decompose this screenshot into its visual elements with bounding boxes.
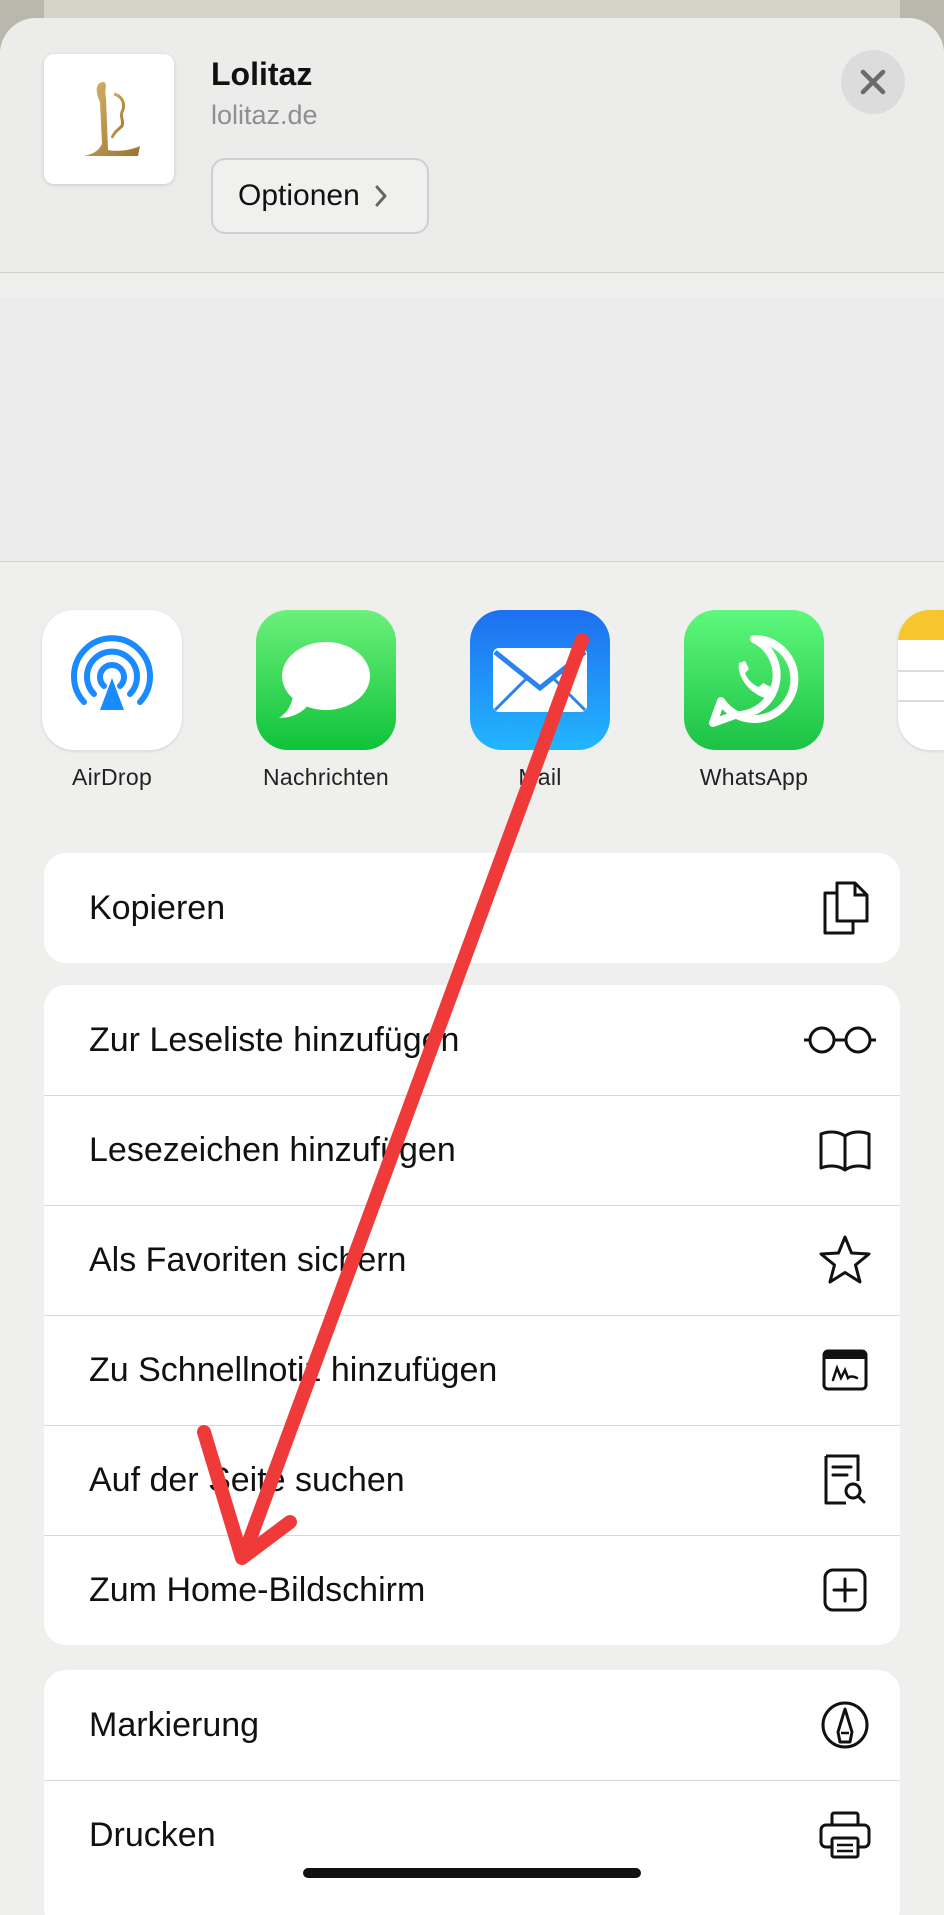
airdrop-icon bbox=[42, 610, 182, 750]
app-label: No bbox=[861, 764, 944, 791]
chevron-right-icon bbox=[374, 184, 388, 208]
share-sheet: Lolitaz lolitaz.de Optionen AirDrop Nach… bbox=[0, 18, 944, 1915]
app-mail[interactable]: Mail bbox=[433, 610, 647, 791]
app-messages[interactable]: Nachrichten bbox=[219, 610, 433, 791]
action-add-to-home-screen[interactable]: Zum Home-Bildschirm bbox=[44, 1535, 900, 1645]
action-label: Drucken bbox=[89, 1815, 216, 1854]
action-label: Markierung bbox=[89, 1705, 260, 1744]
action-label: Zur Leseliste hinzufügen bbox=[89, 1020, 460, 1059]
markup-icon bbox=[818, 1698, 872, 1752]
action-group-other: Markierung Drucken bbox=[44, 1670, 900, 1915]
lolitaz-logo-icon bbox=[84, 82, 140, 156]
find-in-page-icon bbox=[818, 1453, 872, 1507]
app-label: Nachrichten bbox=[262, 764, 390, 790]
action-bookmark[interactable]: Lesezeichen hinzufügen bbox=[44, 1095, 900, 1205]
share-header: Lolitaz lolitaz.de Optionen bbox=[0, 18, 944, 273]
close-icon bbox=[860, 69, 886, 95]
action-favorite[interactable]: Als Favoriten sichern bbox=[44, 1205, 900, 1315]
quick-note-icon bbox=[818, 1343, 872, 1397]
home-indicator bbox=[303, 1868, 641, 1878]
action-label: Zu Schnellnotiz hinzufügen bbox=[89, 1350, 498, 1389]
app-label: WhatsApp bbox=[699, 764, 809, 790]
preview-area bbox=[0, 298, 944, 560]
action-label: Auf der Seite suchen bbox=[89, 1460, 405, 1499]
action-group-page: Zur Leseliste hinzufügen Lesezeichen hin… bbox=[44, 985, 900, 1645]
site-icon bbox=[44, 54, 174, 184]
messages-icon bbox=[256, 610, 396, 750]
action-label: Lesezeichen hinzufügen bbox=[89, 1130, 456, 1169]
site-url: lolitaz.de bbox=[211, 100, 318, 130]
action-find-on-page[interactable]: Auf der Seite suchen bbox=[44, 1425, 900, 1535]
app-whatsapp[interactable]: WhatsApp bbox=[647, 610, 861, 791]
action-label: Zum Home-Bildschirm bbox=[89, 1570, 426, 1609]
star-icon bbox=[818, 1233, 872, 1287]
mail-icon bbox=[470, 610, 610, 750]
action-copy[interactable]: Kopieren bbox=[44, 853, 900, 963]
close-button[interactable] bbox=[841, 50, 905, 114]
copy-icon bbox=[818, 881, 872, 935]
divider bbox=[0, 561, 944, 562]
options-label: Optionen bbox=[238, 179, 360, 212]
add-square-icon bbox=[818, 1563, 872, 1617]
action-quick-note[interactable]: Zu Schnellnotiz hinzufügen bbox=[44, 1315, 900, 1425]
notes-icon bbox=[898, 610, 944, 750]
app-label: Mail bbox=[518, 764, 562, 790]
share-apps-row: AirDrop Nachrichten Mail WhatsApp bbox=[0, 610, 944, 830]
app-airdrop[interactable]: AirDrop bbox=[5, 610, 219, 791]
app-notes[interactable]: No bbox=[861, 610, 944, 791]
printer-icon bbox=[818, 1808, 872, 1862]
action-label: Kopieren bbox=[89, 888, 226, 927]
action-label: Als Favoriten sichern bbox=[89, 1240, 407, 1279]
action-markup[interactable]: Markierung bbox=[44, 1670, 900, 1780]
book-icon bbox=[818, 1123, 872, 1177]
whatsapp-icon bbox=[684, 610, 824, 750]
glasses-icon bbox=[802, 1013, 878, 1067]
action-group-copy: Kopieren bbox=[44, 853, 900, 963]
app-label: AirDrop bbox=[71, 764, 153, 790]
options-button[interactable]: Optionen bbox=[211, 158, 429, 234]
site-title: Lolitaz bbox=[211, 56, 313, 92]
action-reading-list[interactable]: Zur Leseliste hinzufügen bbox=[44, 985, 900, 1095]
